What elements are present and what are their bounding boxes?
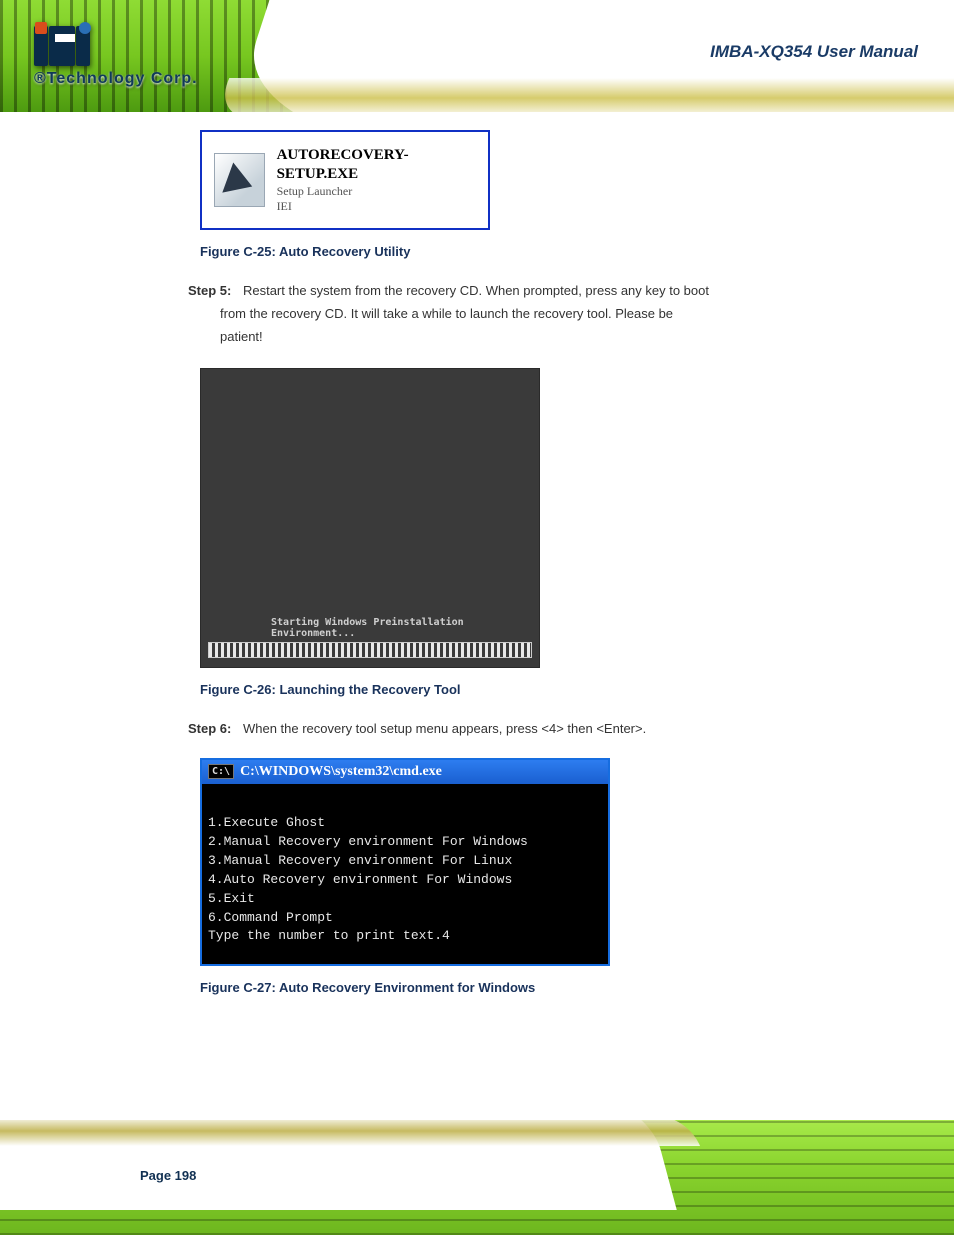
step-5-text-c: patient! xyxy=(220,329,894,344)
step-5-text-b: from the recovery CD. It will take a whi… xyxy=(220,306,894,321)
winpe-status-text: Starting Windows Preinstallation Environ… xyxy=(271,617,539,639)
cmd-body: 1.Execute Ghost 2.Manual Recovery enviro… xyxy=(202,784,608,965)
brand-tagline: ®Technology Corp. xyxy=(34,70,198,88)
autorecovery-file-tile: AUTORECOVERY-SETUP.EXE Setup Launcher IE… xyxy=(200,130,490,230)
figure-caption-c27: Figure C-27: Auto Recovery Environment f… xyxy=(200,980,894,995)
figure-caption-c25: Figure C-25: Auto Recovery Utility xyxy=(200,244,894,259)
step-5-prefix: Step 5: xyxy=(188,283,231,298)
figure-caption-c26: Figure C-26: Launching the Recovery Tool xyxy=(200,682,894,697)
winpe-progressbar xyxy=(209,643,531,657)
step-5-text-a: Restart the system from the recovery CD.… xyxy=(243,283,709,298)
step-5: Step 5: Restart the system from the reco… xyxy=(188,283,894,298)
footer-banner: Page 198 xyxy=(0,1120,954,1235)
page-content: AUTORECOVERY-SETUP.EXE Setup Launcher IE… xyxy=(0,130,954,1019)
cmd-window: C:\ C:\WINDOWS\system32\cmd.exe 1.Execut… xyxy=(200,758,610,967)
step-6: Step 6: When the recovery tool setup men… xyxy=(188,721,894,736)
step-6-prefix: Step 6: xyxy=(188,721,231,736)
footer-swoosh-accent xyxy=(0,1120,700,1146)
step-6-text: When the recovery tool setup menu appear… xyxy=(243,721,646,736)
cmd-title-text: C:\WINDOWS\system32\cmd.exe xyxy=(240,764,442,780)
winpe-screenshot: Starting Windows Preinstallation Environ… xyxy=(200,368,540,668)
page-number: Page 198 xyxy=(140,1168,196,1183)
brand-logo: ®Technology Corp. xyxy=(34,26,198,88)
cmd-titlebar: C:\ C:\WINDOWS\system32\cmd.exe xyxy=(202,760,608,784)
document-title: IMBA-XQ354 User Manual xyxy=(710,42,918,62)
file-desc-line: Setup Launcher xyxy=(277,184,476,199)
header-swoosh-accent xyxy=(211,78,954,112)
installer-icon xyxy=(214,153,265,207)
file-vendor-line: IEI xyxy=(277,199,476,214)
cmd-title-glyph: C:\ xyxy=(208,764,234,779)
file-name: AUTORECOVERY-SETUP.EXE xyxy=(277,146,476,184)
header-banner: ®Technology Corp. IMBA-XQ354 User Manual xyxy=(0,0,954,112)
